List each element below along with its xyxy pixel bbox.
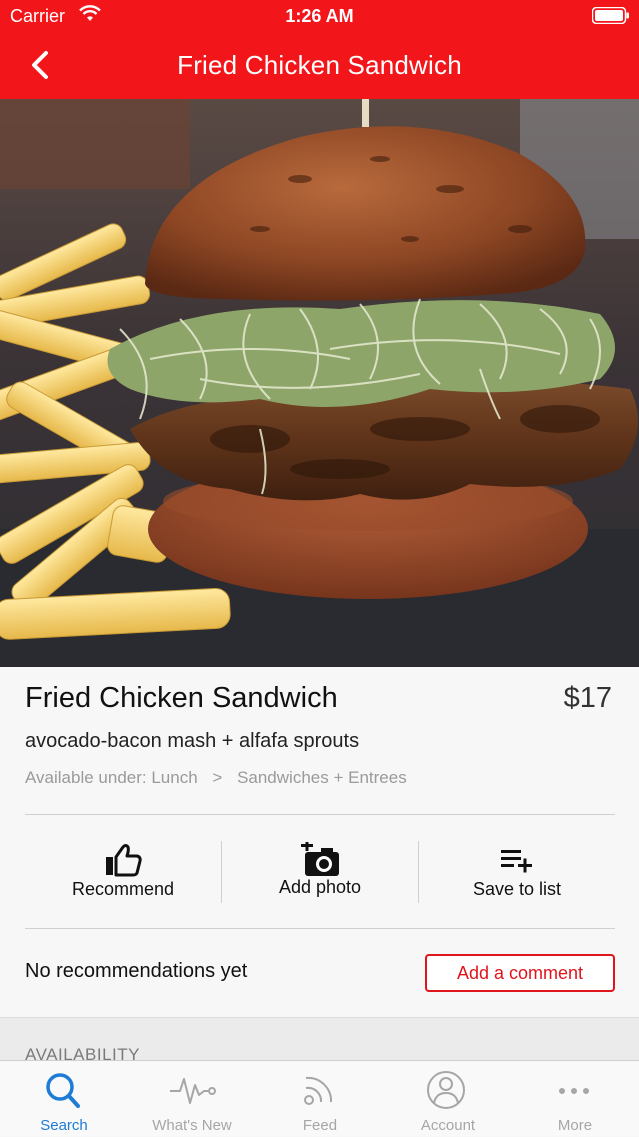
tab-more-label: More: [557, 1117, 593, 1134]
playlist-add-icon: [501, 850, 532, 873]
tab-search[interactable]: Search: [0, 1061, 128, 1137]
status-time: 1:26 AM: [285, 6, 354, 26]
action-row: Recommend Add photo Save to list: [25, 837, 615, 927]
tab-feed[interactable]: Feed: [256, 1061, 384, 1137]
dish-details: Fried Chicken Sandwich $17 avocado-bacon…: [0, 667, 639, 1017]
dish-photo[interactable]: [0, 99, 639, 667]
navigation-bar: Fried Chicken Sandwich: [0, 32, 639, 99]
tab-bar: Search What's New Feed Account More: [0, 1060, 639, 1136]
tab-search-label: Search: [40, 1117, 88, 1134]
add-photo-label: Add photo: [278, 877, 362, 897]
camera-plus-icon: [301, 842, 339, 876]
tab-whats-new-label: What's New: [152, 1117, 232, 1134]
status-bar: Carrier 1:26 AM: [0, 0, 639, 32]
recommendations-status: No recommendations yet: [25, 960, 248, 982]
add-comment-button[interactable]: Add a comment: [425, 954, 615, 992]
search-icon: [46, 1073, 80, 1108]
tab-account[interactable]: Account: [384, 1061, 512, 1137]
availability-breadcrumb: Available under: Lunch > Sandwiches + En…: [25, 768, 417, 788]
breadcrumb-separator: >: [212, 768, 223, 787]
tab-whats-new[interactable]: What's New: [128, 1061, 256, 1137]
dish-name: Fried Chicken Sandwich: [25, 682, 338, 714]
availability-category[interactable]: Sandwiches + Entrees: [237, 768, 407, 787]
save-to-list-label: Save to list: [472, 879, 562, 899]
save-to-list-button[interactable]: Save to list: [419, 837, 615, 927]
tab-more[interactable]: More: [511, 1061, 639, 1137]
tab-feed-label: Feed: [302, 1117, 338, 1134]
recommend-button[interactable]: Recommend: [25, 837, 221, 927]
divider: [25, 928, 615, 929]
more-icon: [559, 1088, 589, 1094]
add-photo-button[interactable]: Add photo: [222, 837, 418, 927]
pulse-icon: [170, 1078, 216, 1104]
tab-account-label: Account: [420, 1117, 476, 1134]
dish-description: avocado-bacon mash + alfafa sprouts: [25, 730, 360, 752]
feed-icon: [304, 1076, 333, 1105]
account-icon: [427, 1071, 465, 1109]
divider: [25, 814, 615, 815]
battery-icon: [592, 7, 629, 24]
availability-section: AVAILABILITY: [0, 1017, 639, 1064]
availability-prefix: Available under: Lunch: [25, 768, 198, 787]
dish-price: $17: [563, 682, 612, 714]
sandwich-illustration: [0, 99, 639, 667]
thumbs-up-icon: [106, 844, 142, 877]
page-title: Fried Chicken Sandwich: [177, 50, 462, 80]
recommend-label: Recommend: [71, 879, 175, 899]
